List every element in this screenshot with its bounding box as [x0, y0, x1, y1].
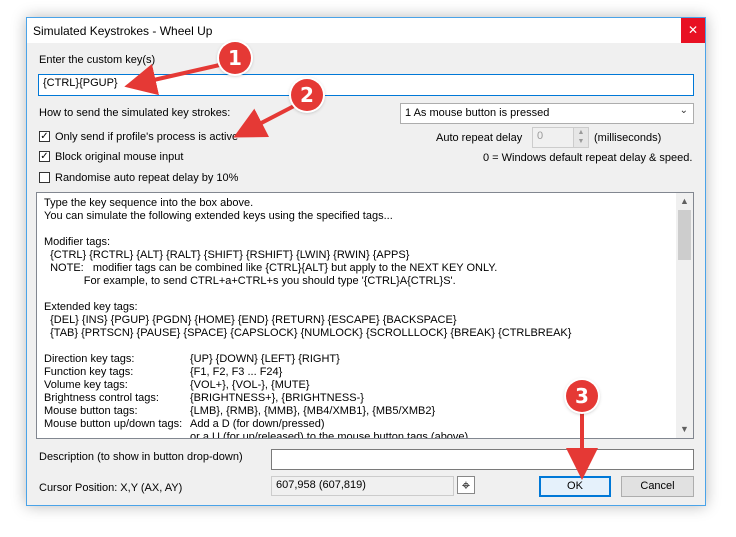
arrow-2	[233, 103, 297, 138]
annotation-badge-3: 3	[566, 380, 598, 412]
annotation-badge-1: 1	[219, 42, 251, 74]
annotation-arrows	[124, 62, 598, 480]
annotation-badge-2: 2	[291, 79, 323, 111]
arrow-1	[124, 62, 225, 96]
